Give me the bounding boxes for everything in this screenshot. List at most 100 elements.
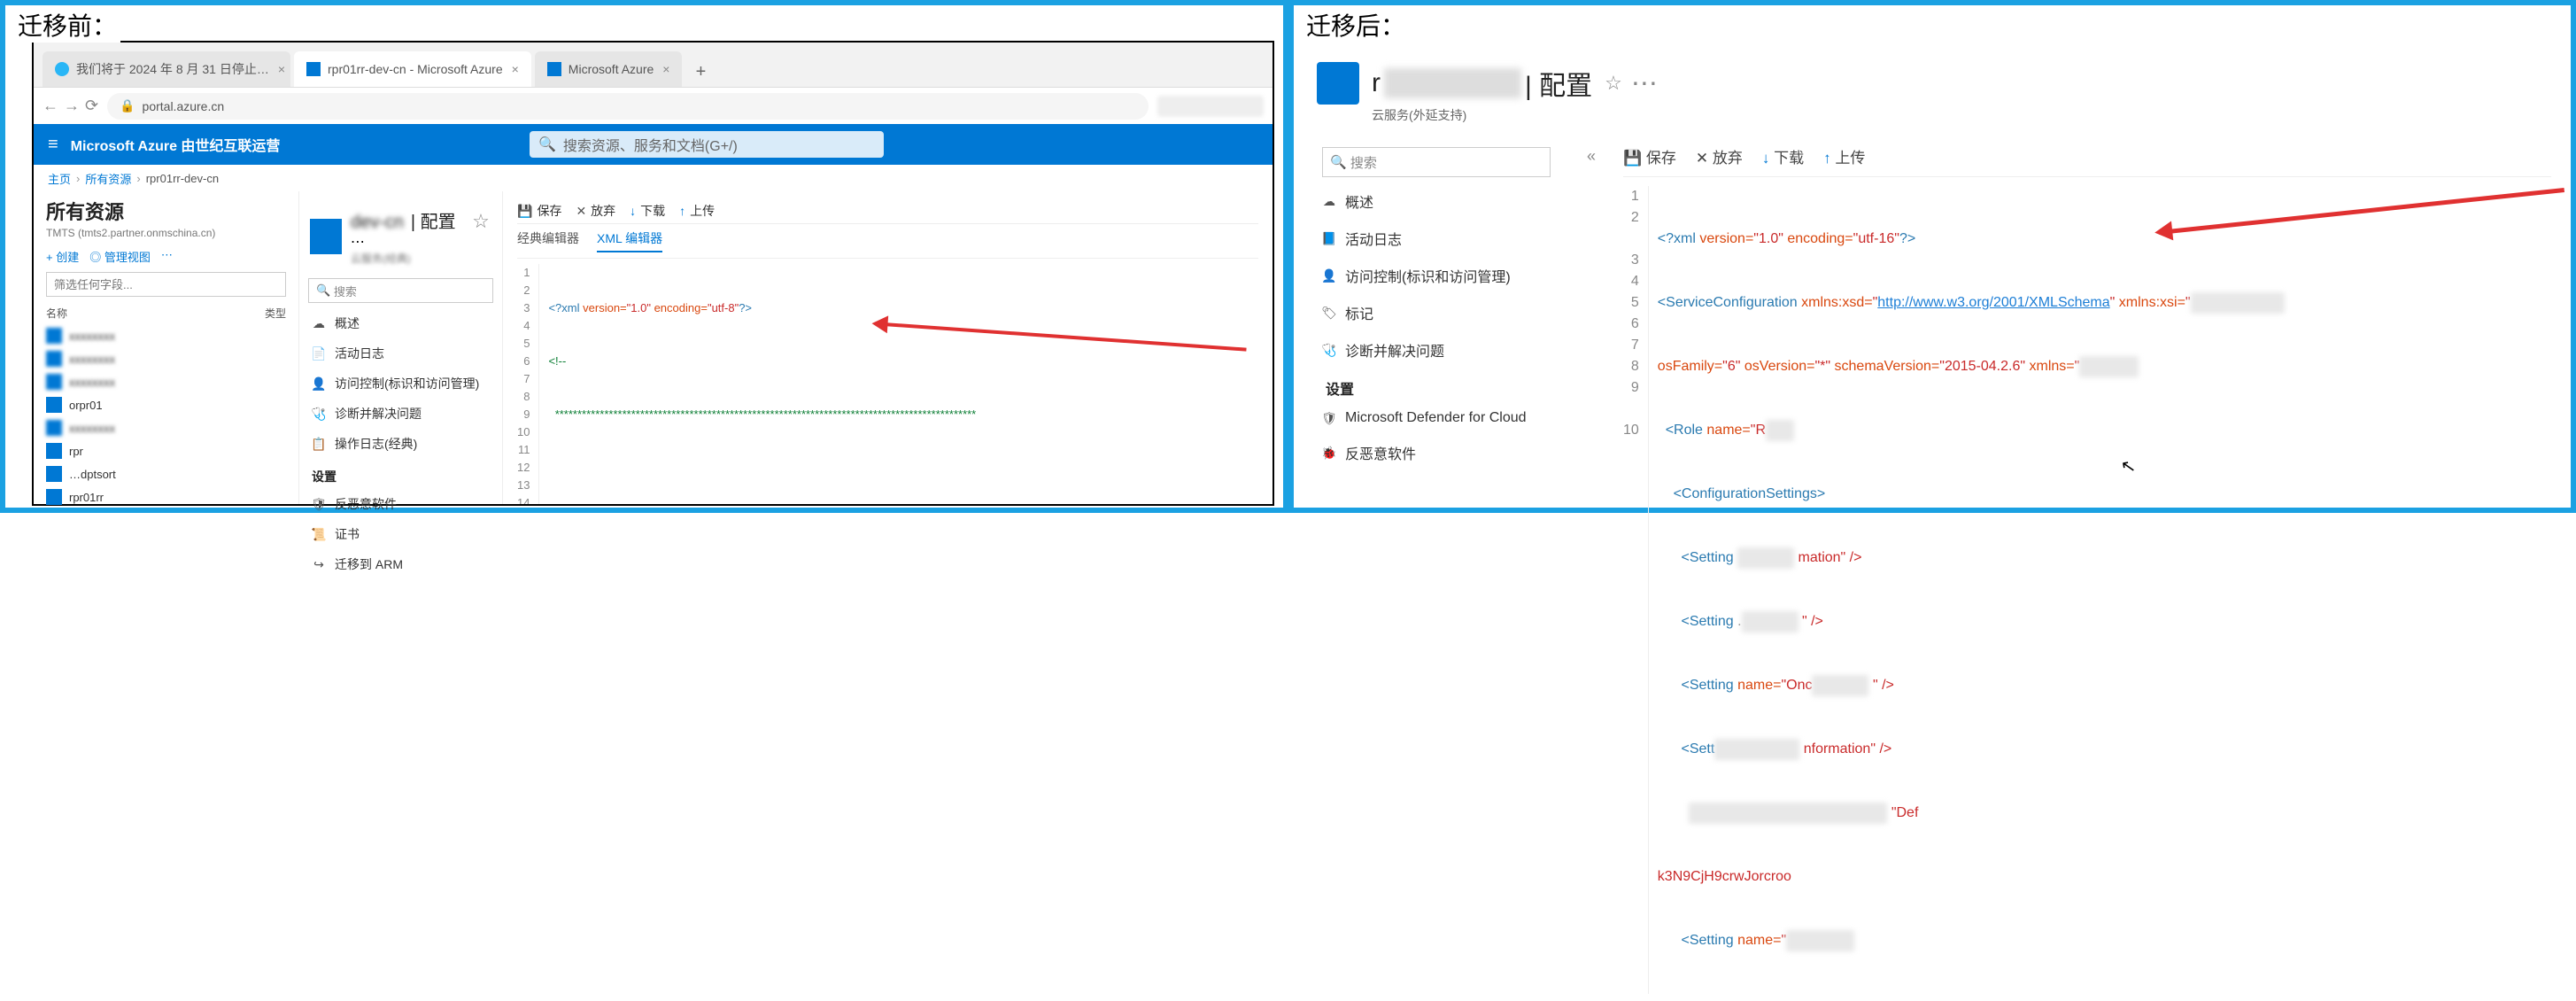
redacted-name: xxxxx (1384, 68, 1521, 98)
cert-icon: 📜 (312, 527, 326, 541)
more-icon[interactable]: ⋯ (1631, 68, 1658, 99)
pin-icon[interactable]: ☆ (472, 210, 490, 232)
upload-button[interactable]: ↑上传 (679, 202, 715, 220)
list-item[interactable]: orpr01 (46, 393, 286, 416)
person-icon: 👤 (1322, 268, 1336, 283)
list-item[interactable]: …dptsort (46, 462, 286, 485)
more-icon[interactable]: ⋯ (161, 248, 173, 265)
overview-icon: ☁ (1322, 194, 1336, 208)
nav-activity-log[interactable]: 📘活动日志 (1313, 220, 1559, 257)
browser-tab-1[interactable]: 我们将于 2024 年 8 月 31 日停止… × (43, 51, 290, 87)
label-after: 迁移后： (1303, 7, 1409, 43)
nav-antimalware[interactable]: 🛡反恶意软件 (299, 489, 502, 519)
list-item[interactable]: rpr01rr (46, 485, 286, 508)
editor-tabs: 经典编辑器 XML 编辑器 (517, 224, 1258, 259)
download-button[interactable]: ↓下载 (630, 202, 665, 220)
all-resources-title: 所有资源 (46, 197, 286, 225)
code-editor[interactable]: 1234567891011121314 <?xml version="1.0" … (517, 264, 1258, 504)
pin-icon[interactable]: ☆ (1605, 72, 1622, 95)
blade-title-suffix: | 配置 (1525, 64, 1592, 103)
config-editor-pane: 💾保存 ✕放弃 ↓下载 ↑上传 经典编辑器 XML 编辑器 1234567891… (503, 191, 1273, 504)
browser-window: 我们将于 2024 年 8 月 31 日停止… × rpr01rr-dev-cn… (32, 41, 1274, 506)
person-icon: 👤 (312, 376, 326, 391)
download-icon: ↓ (630, 204, 636, 218)
resource-list: xxxxxxxx xxxxxxxx xxxxxxxx orpr01 xxxxxx… (46, 324, 286, 508)
refresh-icon[interactable]: ⟳ (85, 97, 98, 115)
browser-tab-3[interactable]: Microsoft Azure × (535, 51, 683, 87)
download-button[interactable]: ↓ 下载 (1762, 145, 1804, 167)
config-editor-pane: 💾 保存 ✕ 放弃 ↓ 下载 ↑ 上传 12 3456789 10 <?xml … (1609, 133, 2565, 1001)
blade-title-suffix: | 配置 (411, 213, 456, 232)
save-button[interactable]: 💾保存 (517, 202, 561, 220)
nav-section-settings: 设置 (1313, 369, 1559, 402)
defender-icon: 🛡 (1322, 411, 1336, 425)
nav-search-input[interactable]: 🔍 搜索 (308, 278, 493, 303)
nav-search-input[interactable]: 🔍 搜索 (1322, 147, 1551, 177)
log-icon: 📘 (1322, 231, 1336, 245)
address-bar: ← → ⟳ 🔒 portal.azure.cn (34, 87, 1273, 124)
discard-button[interactable]: ✕放弃 (576, 202, 615, 220)
nav-access-control[interactable]: 👤访问控制(标识和访问管理) (1313, 257, 1559, 294)
col-name[interactable]: 名称 (46, 306, 265, 321)
close-icon[interactable]: × (512, 62, 519, 76)
collapse-nav-icon[interactable]: « (1574, 133, 1609, 1001)
nav-overview[interactable]: ☁概述 (299, 308, 502, 338)
url-input[interactable]: 🔒 portal.azure.cn (107, 93, 1149, 120)
tab-title: Microsoft Azure (569, 62, 654, 76)
nav-diagnose[interactable]: 🩺诊断并解决问题 (1313, 331, 1559, 369)
label-before: 迁移前： (14, 7, 120, 43)
crumb-home[interactable]: 主页 (48, 170, 71, 187)
blade-nav: 🔍 搜索 ☁概述 📘活动日志 👤访问控制(标识和访问管理) 🏷标记 🩺诊断并解决… (1299, 133, 1574, 1001)
more-icon[interactable]: ⋯ (351, 235, 365, 250)
manage-view-button[interactable]: ◎ 管理视图 (89, 248, 151, 265)
nav-tags[interactable]: 🏷标记 (1313, 294, 1559, 331)
nav-migrate-arm[interactable]: ↪迁移到 ARM (299, 549, 502, 579)
download-icon: ↓ (1762, 150, 1770, 167)
close-icon[interactable]: × (278, 62, 285, 76)
all-resources-panel: 所有资源 TMTS (tmts2.partner.onmschina.cn) +… (34, 191, 299, 504)
portal-header: ≡ Microsoft Azure 由世纪互联运营 🔍 搜索资源、服务和文档(G… (34, 124, 1273, 165)
nav-access-control[interactable]: 👤访问控制(标识和访问管理) (299, 369, 502, 399)
tab-favicon-azure-icon (547, 62, 561, 76)
discard-button[interactable]: ✕ 放弃 (1696, 145, 1743, 167)
nav-certificates[interactable]: 📜证书 (299, 519, 502, 549)
back-icon[interactable]: ← (43, 97, 58, 115)
save-icon: 💾 (517, 204, 532, 219)
blade-subtitle: 云服务(经典) (351, 251, 491, 266)
code-editor[interactable]: 12 3456789 10 <?xml version="1.0" encodi… (1623, 186, 2551, 994)
create-button[interactable]: + 创建 (46, 248, 79, 265)
nav-antimalware[interactable]: 🐞反恶意软件 (1313, 434, 1559, 471)
nav-diagnose[interactable]: 🩺诊断并解决问题 (299, 399, 502, 429)
line-gutter: 12 3456789 10 (1623, 186, 1649, 994)
forward-icon[interactable]: → (64, 97, 80, 115)
new-tab-button[interactable]: + (685, 57, 716, 87)
save-icon: 💾 (1623, 150, 1642, 167)
hamburger-icon[interactable]: ≡ (48, 135, 58, 155)
tab-classic-editor[interactable]: 经典编辑器 (517, 229, 579, 252)
col-type[interactable]: 类型 (265, 306, 286, 321)
save-button[interactable]: 💾 保存 (1623, 145, 1676, 167)
nav-overview[interactable]: ☁概述 (1313, 182, 1559, 220)
nav-operation-log[interactable]: 📋操作日志(经典) (299, 429, 502, 459)
all-resources-sub: TMTS (tmts2.partner.onmschina.cn) (46, 227, 286, 239)
close-icon[interactable]: × (662, 62, 669, 76)
nav-defender[interactable]: 🛡Microsoft Defender for Cloud (1313, 402, 1559, 434)
browser-tab-2[interactable]: rpr01rr-dev-cn - Microsoft Azure × (294, 51, 531, 87)
code-body[interactable]: <?xml version="1.0" encoding="utf-8"?> <… (539, 264, 1010, 504)
editor-toolbar: 💾 保存 ✕ 放弃 ↓ 下载 ↑ 上传 (1623, 140, 2551, 177)
search-icon: 🔍 (316, 283, 330, 298)
bug-icon: 🐞 (1322, 446, 1336, 460)
upload-button[interactable]: ↑ 上传 (1823, 145, 1865, 167)
list-item[interactable]: rpr (46, 439, 286, 462)
nav-activity-log[interactable]: 📄活动日志 (299, 338, 502, 369)
filter-input[interactable] (46, 272, 286, 297)
crumb-allres[interactable]: 所有资源 (85, 170, 131, 187)
editor-toolbar: 💾保存 ✕放弃 ↓下载 ↑上传 (517, 198, 1258, 224)
oplog-icon: 📋 (312, 437, 326, 451)
overview-icon: ☁ (312, 316, 326, 330)
tab-xml-editor[interactable]: XML 编辑器 (597, 229, 662, 252)
code-body[interactable]: <?xml version="1.0" encoding="utf-16"?> … (1649, 186, 2285, 994)
search-icon: 🔍 (538, 136, 556, 153)
extension-icons (1157, 96, 1264, 117)
portal-search-input[interactable]: 🔍 搜索资源、服务和文档(G+/) (530, 131, 884, 158)
